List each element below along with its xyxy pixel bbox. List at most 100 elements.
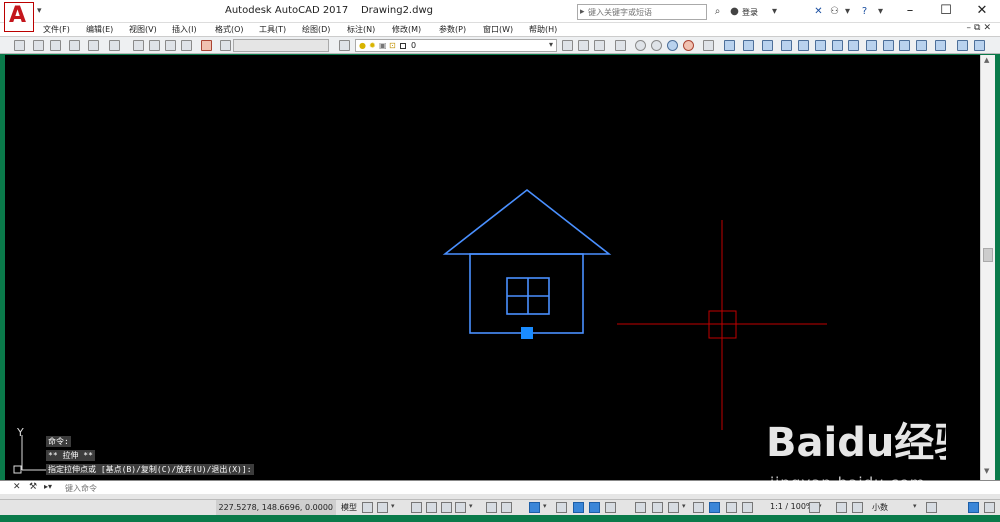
scroll-thumb[interactable] (983, 248, 993, 262)
menu-insert[interactable]: 插入(I) (172, 24, 197, 35)
zoom-previous-icon[interactable] (181, 40, 192, 51)
object-snap-tracking-icon[interactable] (501, 502, 512, 513)
lineweight-icon[interactable] (556, 502, 567, 513)
polar-icon[interactable] (455, 502, 466, 513)
style-combobox[interactable] (233, 39, 329, 52)
a360-dropdown-icon[interactable]: ▾ (841, 5, 854, 18)
dim-update-icon[interactable] (974, 40, 985, 51)
house-drawing[interactable] (442, 188, 612, 334)
snap-dropdown-icon[interactable]: ▾ (391, 502, 395, 510)
document-window-controls[interactable]: –⧉✕ (967, 23, 994, 33)
wrench-icon[interactable]: ⚒ (29, 482, 37, 492)
menu-view[interactable]: 视图(V) (129, 24, 157, 35)
new-icon[interactable] (14, 40, 25, 51)
layer-previous-icon[interactable] (578, 40, 589, 51)
scroll-up-icon[interactable]: ▲ (984, 56, 989, 64)
search-expand-icon[interactable]: ▸ (580, 7, 585, 17)
save-icon[interactable] (50, 40, 61, 51)
menu-window[interactable]: 窗口(W) (483, 24, 513, 35)
exchange-icon[interactable]: ✕ (812, 5, 825, 18)
plot-icon[interactable] (69, 40, 80, 51)
vertical-scrollbar[interactable]: ▲ ▼ (980, 55, 995, 480)
selection-filter-icon[interactable] (652, 502, 663, 513)
materials-icon[interactable] (651, 40, 662, 51)
menu-format[interactable]: 格式(O) (215, 24, 244, 35)
search-box[interactable]: ▸ (577, 4, 707, 20)
zoom-window-icon[interactable] (165, 40, 176, 51)
model-space-button[interactable]: 模型 (338, 500, 360, 515)
zoom-realtime-icon[interactable] (149, 40, 160, 51)
coordinates-display[interactable]: 227.5278, 148.6696, 0.0000 (216, 500, 336, 515)
layer-state-icon[interactable] (594, 40, 605, 51)
dynamic-ucs-icon[interactable] (635, 502, 646, 513)
gizmo-dropdown-icon[interactable]: ▾ (682, 502, 686, 510)
search-input[interactable] (588, 7, 704, 18)
transparency-icon[interactable] (573, 502, 584, 513)
plus-icon[interactable] (836, 502, 847, 513)
open-icon[interactable] (33, 40, 44, 51)
menu-help[interactable]: 帮助(H) (529, 24, 557, 35)
infer-constraints-icon[interactable] (411, 502, 422, 513)
dim-jogged-icon[interactable] (815, 40, 826, 51)
sphere-icon[interactable] (635, 40, 646, 51)
login-link[interactable]: 登录 (742, 7, 758, 18)
help-icon[interactable]: ? (858, 5, 871, 18)
gizmo-icon[interactable] (668, 502, 679, 513)
isodraft-icon[interactable] (486, 502, 497, 513)
dim-radius-icon[interactable] (798, 40, 809, 51)
workspace-icon[interactable] (742, 502, 753, 513)
osnap-dropdown-icon[interactable]: ▾ (543, 502, 547, 510)
isolate-objects-icon[interactable] (852, 502, 863, 513)
cloud-icon[interactable] (703, 40, 714, 51)
dim-quick-icon[interactable] (866, 40, 877, 51)
quick-properties-icon[interactable] (926, 502, 937, 513)
a360-icon[interactable]: ⚇ (828, 5, 841, 18)
lights-icon[interactable] (683, 40, 694, 51)
menu-draw[interactable]: 绘图(D) (302, 24, 330, 35)
command-input[interactable] (65, 483, 465, 493)
preview-icon[interactable] (88, 40, 99, 51)
scroll-down-icon[interactable]: ▼ (984, 467, 989, 475)
object-snap-icon[interactable] (529, 502, 540, 513)
dim-arc-icon[interactable] (762, 40, 773, 51)
selection-cycling-icon[interactable] (589, 502, 600, 513)
login-dropdown-icon[interactable]: ▾ (768, 5, 781, 18)
settings-gear-icon[interactable] (809, 502, 820, 513)
quick-access-dropdown-icon[interactable]: ▾ (37, 6, 42, 16)
display-settings-icon[interactable] (615, 40, 626, 51)
annotation-scale-label[interactable]: 1:1 / 100% (770, 502, 814, 511)
dim-ordinate-icon[interactable] (781, 40, 792, 51)
dim-baseline-icon[interactable] (883, 40, 894, 51)
layer-dropdown-icon[interactable]: ▾ (549, 40, 553, 49)
command-prompt-icon[interactable]: ▸▾ (44, 482, 52, 491)
menu-dimension[interactable]: 标注(N) (347, 24, 375, 35)
clean-screen-icon[interactable] (968, 502, 979, 513)
house-roof[interactable] (442, 188, 612, 255)
dim-aligned-icon[interactable] (743, 40, 754, 51)
3d-osnap-icon[interactable] (605, 502, 616, 513)
customization-icon[interactable] (984, 502, 995, 513)
match-properties-icon[interactable] (220, 40, 231, 51)
close-button[interactable]: ✕ (964, 0, 1000, 22)
polar-dropdown-icon[interactable]: ▾ (469, 502, 473, 510)
annotation-autoscale-icon[interactable] (709, 502, 720, 513)
minimize-button[interactable]: – (892, 0, 928, 22)
dim-linear-icon[interactable] (724, 40, 735, 51)
dim-diameter-icon[interactable] (832, 40, 843, 51)
menu-modify[interactable]: 修改(M) (392, 24, 421, 35)
ortho-icon[interactable] (441, 502, 452, 513)
dim-break-icon[interactable] (935, 40, 946, 51)
selection-grip[interactable] (521, 327, 533, 339)
menu-file[interactable]: 文件(F) (43, 24, 70, 35)
dynamic-input-icon[interactable] (426, 502, 437, 513)
render-icon[interactable] (667, 40, 678, 51)
snap-icon[interactable] (377, 502, 388, 513)
properties-icon[interactable] (201, 40, 212, 51)
publish-icon[interactable] (109, 40, 120, 51)
annotation-visibility-icon[interactable] (693, 502, 704, 513)
pan-icon[interactable] (133, 40, 144, 51)
menu-parametric[interactable]: 参数(P) (439, 24, 466, 35)
maximize-button[interactable]: ☐ (928, 0, 964, 22)
dim-inspect-icon[interactable] (957, 40, 968, 51)
make-current-icon[interactable] (562, 40, 573, 51)
